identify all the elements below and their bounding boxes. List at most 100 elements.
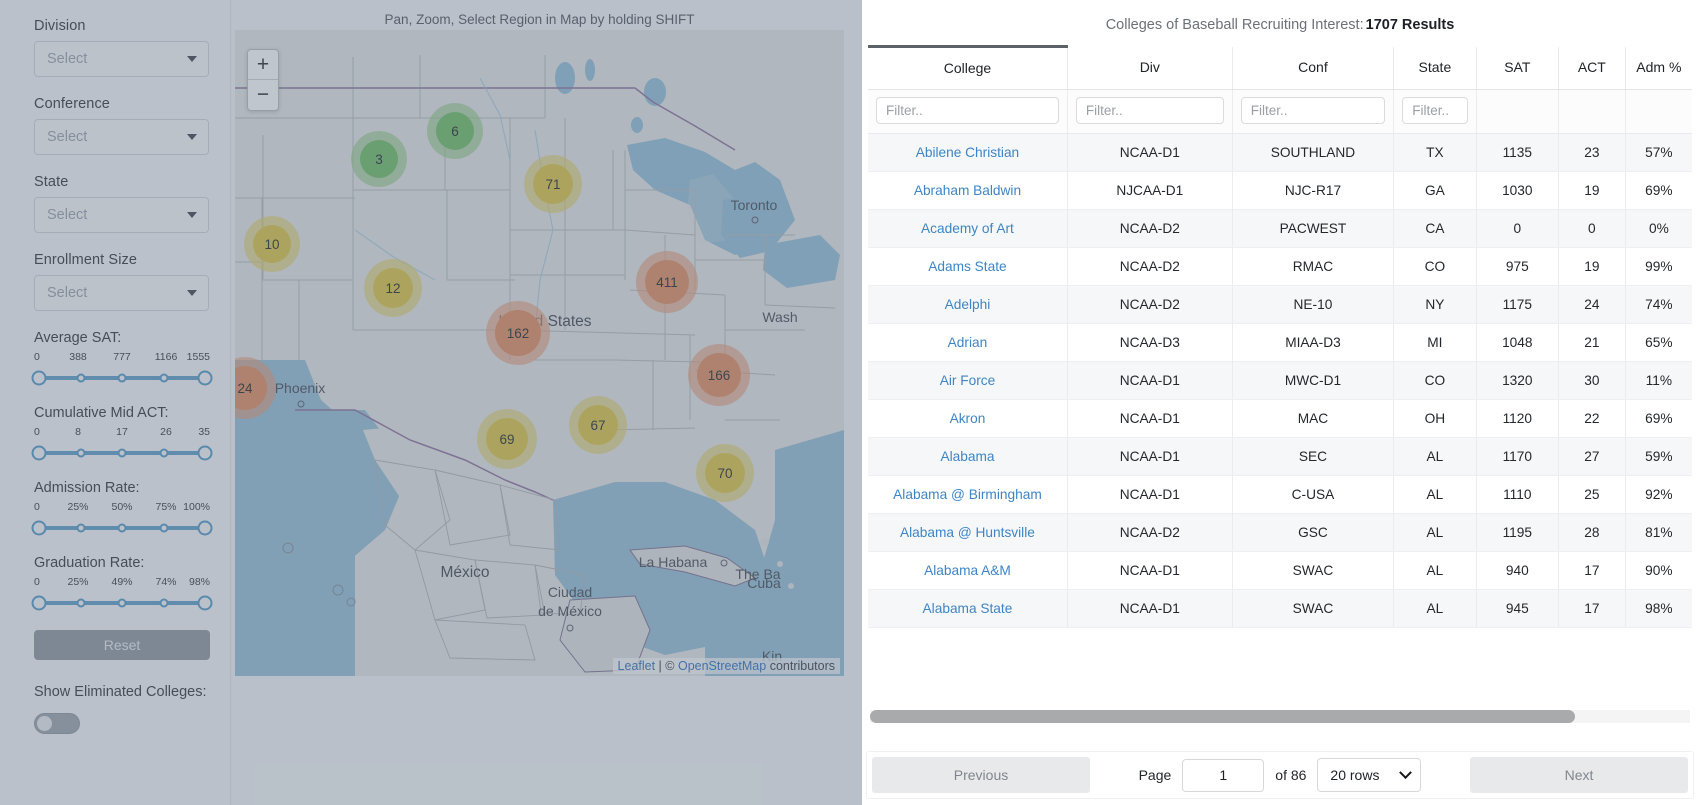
- cell-conf: NJC-R17: [1232, 171, 1395, 210]
- slider-track[interactable]: [31, 369, 213, 387]
- table-row[interactable]: Adrian NCAA-D3 MIAA-D3 MI 1048 21 65%: [868, 323, 1692, 362]
- rows-per-page-select[interactable]: 20 rows: [1317, 758, 1422, 792]
- college-link[interactable]: Akron: [950, 411, 986, 426]
- results-pane: Colleges of Baseball Recruiting Interest…: [862, 0, 1700, 805]
- map-cluster-count: 71: [533, 164, 573, 204]
- column-header-div[interactable]: Div: [1067, 46, 1233, 90]
- table-row[interactable]: Alabama @ Birmingham NCAA-D1 C-USA AL 1110 25…: [868, 475, 1692, 514]
- table-row[interactable]: Alabama State NCAA-D1 SWAC AL 945 17 98%: [868, 589, 1692, 628]
- app-root: Division Select Conference Select State Selec…: [0, 0, 1700, 805]
- college-link[interactable]: Air Force: [940, 373, 996, 388]
- slider-handle-0[interactable]: [31, 370, 47, 386]
- filter-cell-div: [1067, 89, 1233, 134]
- filter-select-division[interactable]: Select: [34, 41, 209, 77]
- slider-handle-1: [76, 373, 85, 383]
- show-eliminated-toggle[interactable]: [34, 713, 80, 735]
- college-link[interactable]: Adams State: [928, 259, 1006, 274]
- slider-handle-0[interactable]: [31, 595, 47, 611]
- map-cluster-marker[interactable]: 162: [486, 301, 550, 365]
- filter-input-conf[interactable]: [1240, 97, 1386, 124]
- college-link[interactable]: Adelphi: [945, 297, 991, 312]
- cell-act: 25: [1558, 475, 1626, 514]
- slider-handle-2: [117, 373, 127, 383]
- map-cluster-marker[interactable]: 6: [427, 103, 483, 159]
- page-number-input[interactable]: [1182, 758, 1265, 792]
- slider-track[interactable]: [31, 519, 213, 537]
- table-row[interactable]: Alabama @ Huntsville NCAA-D2 GSC AL 1195 28 81…: [868, 513, 1692, 552]
- college-link[interactable]: Alabama A&M: [924, 563, 1011, 578]
- slider-handle-4[interactable]: [197, 370, 213, 386]
- slider-tick: 50%: [111, 501, 133, 513]
- college-link[interactable]: Adrian: [948, 335, 988, 350]
- college-link[interactable]: Abraham Baldwin: [914, 183, 1021, 198]
- filter-select-conference[interactable]: Select: [34, 119, 209, 155]
- map-cluster-marker[interactable]: 10: [244, 216, 300, 272]
- map-cluster-marker[interactable]: 3: [351, 131, 407, 187]
- map-cluster-marker[interactable]: 71: [524, 155, 582, 213]
- map-zoom-controls[interactable]: + −: [247, 49, 279, 111]
- slider-group-2: Admission Rate: 0 25% 50% 75% 100%: [31, 480, 213, 537]
- leaflet-map[interactable]: + − TorontoUnited StatesWashPhoenixMéxic…: [235, 30, 844, 676]
- next-page-button[interactable]: Next: [1470, 757, 1688, 793]
- zoom-out-button[interactable]: −: [248, 80, 278, 110]
- map-cluster-marker[interactable]: 69: [477, 409, 537, 469]
- map-cluster-marker[interactable]: 12: [364, 259, 422, 317]
- cell-state: AL: [1393, 589, 1477, 628]
- slider-track[interactable]: [31, 594, 213, 612]
- map-cluster-marker[interactable]: 166: [688, 344, 750, 406]
- cell-college: Adams State: [868, 247, 1068, 286]
- leaflet-link[interactable]: Leaflet: [618, 659, 656, 673]
- horizontal-scrollbar[interactable]: [870, 710, 1690, 723]
- column-header-college[interactable]: College: [868, 45, 1068, 90]
- map-cluster-marker[interactable]: 411: [636, 251, 698, 313]
- column-header-act[interactable]: ACT: [1558, 46, 1626, 90]
- column-header-adm[interactable]: Adm %: [1625, 46, 1692, 90]
- column-header-sat[interactable]: SAT: [1476, 46, 1559, 90]
- map-cluster-marker[interactable]: 67: [569, 396, 627, 454]
- filter-input-div[interactable]: [1075, 97, 1224, 124]
- column-header-state[interactable]: State: [1393, 46, 1477, 90]
- slider-handle-4[interactable]: [197, 595, 213, 611]
- table-row[interactable]: Adelphi NCAA-D2 NE-10 NY 1175 24 74%: [868, 285, 1692, 324]
- slider-handle-4[interactable]: [197, 520, 213, 536]
- college-link[interactable]: Alabama @ Huntsville: [900, 525, 1035, 540]
- scrollbar-thumb[interactable]: [870, 710, 1576, 723]
- table-row[interactable]: Alabama A&M NCAA-D1 SWAC AL 940 17 90%: [868, 551, 1692, 590]
- cell-act: 19: [1558, 171, 1626, 210]
- slider-track[interactable]: [31, 444, 213, 462]
- slider-handle-4[interactable]: [197, 445, 213, 461]
- previous-page-button[interactable]: Previous: [872, 757, 1090, 793]
- openstreetmap-link[interactable]: OpenStreetMap: [678, 659, 766, 673]
- table-row[interactable]: Alabama NCAA-D1 SEC AL 1170 27 59%: [868, 437, 1692, 476]
- college-link[interactable]: Alabama @ Birmingham: [893, 487, 1042, 502]
- college-link[interactable]: Academy of Art: [921, 221, 1014, 236]
- table-row[interactable]: Abraham Baldwin NJCAA-D1 NJC-R17 GA 1030 19 69…: [868, 171, 1692, 210]
- left-pane: Division Select Conference Select State Selec…: [0, 0, 862, 805]
- table-row[interactable]: Air Force NCAA-D1 MWC-D1 CO 1320 30 11%: [868, 361, 1692, 400]
- table-row[interactable]: Akron NCAA-D1 MAC OH 1120 22 69%: [868, 399, 1692, 438]
- reset-button[interactable]: Reset: [34, 630, 210, 660]
- filter-select-enrollment-size[interactable]: Select: [34, 275, 209, 311]
- filter-select-placeholder: Select: [47, 207, 88, 223]
- filter-select-state[interactable]: Select: [34, 197, 209, 233]
- map-cluster-marker[interactable]: 70: [696, 444, 754, 502]
- column-header-conf[interactable]: Conf: [1232, 46, 1395, 90]
- filter-input-college[interactable]: [876, 97, 1059, 124]
- college-link[interactable]: Alabama: [940, 449, 994, 464]
- pagination-bar: Previous Page of 86 20 rows Next: [866, 751, 1694, 799]
- table-row[interactable]: Academy of Art NCAA-D2 PACWEST CA 0 0 0%: [868, 209, 1692, 248]
- slider-tick: 777: [113, 351, 131, 363]
- filter-input-state[interactable]: [1402, 97, 1468, 124]
- cell-adm: 92%: [1625, 475, 1692, 514]
- slider-handle-0[interactable]: [31, 520, 47, 536]
- college-link[interactable]: Abilene Christian: [916, 145, 1019, 160]
- zoom-in-button[interactable]: +: [248, 50, 278, 80]
- caret-down-icon: [187, 134, 197, 140]
- slider-handle-0[interactable]: [31, 445, 47, 461]
- cell-college: Akron: [868, 399, 1068, 438]
- slider-handle-2: [117, 448, 127, 458]
- table-row[interactable]: Abilene Christian NCAA-D1 SOUTHLAND TX 1135 2…: [868, 133, 1692, 172]
- college-link[interactable]: Alabama State: [923, 601, 1013, 616]
- map-cluster-count: 70: [705, 453, 745, 493]
- table-row[interactable]: Adams State NCAA-D2 RMAC CO 975 19 99%: [868, 247, 1692, 286]
